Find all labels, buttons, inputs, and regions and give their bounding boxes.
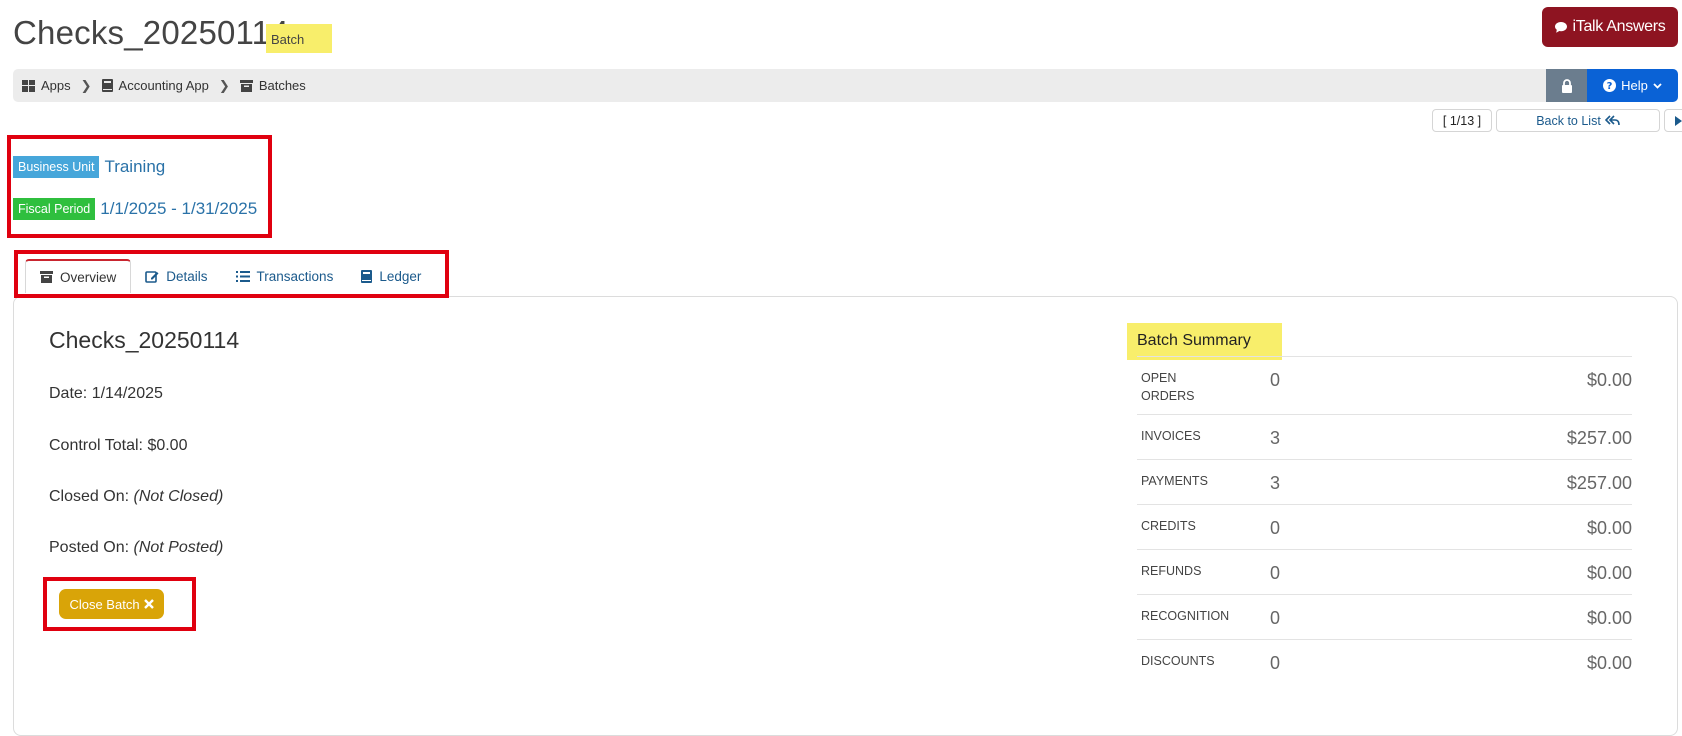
summary-row: REFUNDS 0 $0.00: [1137, 549, 1632, 594]
summary-row-amount: $0.00: [1587, 518, 1632, 539]
batch-summary-title: Batch Summary: [1127, 323, 1282, 360]
tab-overview[interactable]: Overview: [25, 259, 131, 293]
summary-row: DISCOUNTS 0 $0.00: [1137, 639, 1632, 684]
edit-icon: [145, 270, 159, 283]
archive-icon: [40, 271, 53, 283]
date-field: Date: 1/14/2025: [49, 385, 163, 403]
chevron-right-icon: ❯: [219, 78, 230, 94]
fiscal-period-value[interactable]: 1/1/2025 - 1/31/2025: [100, 199, 257, 219]
posted-on-label: Posted On:: [49, 539, 129, 556]
tab-bar: Overview Details Transactions Ledger: [25, 259, 435, 293]
tab-transactions-label: Transactions: [257, 269, 334, 284]
summary-row-label: RECOGNITION: [1141, 607, 1221, 625]
summary-row-count: 3: [1270, 428, 1280, 449]
fiscal-period-label: Fiscal Period: [13, 198, 95, 220]
breadcrumb-batches-label: Batches: [259, 78, 306, 93]
summary-row-count: 0: [1270, 370, 1280, 391]
summary-row-amount: $257.00: [1567, 473, 1632, 494]
summary-row-label: OPEN ORDERS: [1141, 369, 1221, 405]
batch-type-badge: Batch: [266, 24, 332, 53]
breadcrumb-batches[interactable]: Batches: [240, 78, 306, 93]
summary-row: PAYMENTS 3 $257.00: [1137, 459, 1632, 504]
back-to-list-button[interactable]: Back to List: [1496, 109, 1660, 132]
close-batch-button[interactable]: Close Batch: [59, 589, 164, 619]
grid-icon: [22, 80, 35, 92]
close-icon: [144, 599, 154, 609]
summary-row-label: REFUNDS: [1141, 562, 1221, 580]
back-to-list-label: Back to List: [1536, 114, 1601, 128]
batch-name-heading: Checks_20250114: [49, 327, 239, 354]
italk-answers-button[interactable]: iTalk Answers: [1542, 7, 1678, 47]
help-button[interactable]: ? Help: [1587, 69, 1678, 102]
posted-on-value: (Not Posted): [134, 539, 224, 556]
tab-details-label: Details: [166, 269, 207, 284]
help-label: Help: [1621, 78, 1648, 93]
posted-on-field: Posted On: (Not Posted): [49, 539, 223, 557]
control-total-field: Control Total: $0.00: [49, 437, 187, 455]
next-record-button[interactable]: [1664, 109, 1682, 132]
italk-answers-label: iTalk Answers: [1572, 18, 1665, 36]
record-navigation: [ 1/13 ] Back to List: [1432, 109, 1682, 132]
breadcrumb-apps-label: Apps: [41, 78, 71, 93]
close-batch-label: Close Batch: [69, 597, 139, 612]
breadcrumb: Apps ❯ Accounting App ❯ Batches: [22, 69, 306, 102]
list-icon: [236, 271, 250, 282]
breadcrumb-accounting-app-label: Accounting App: [119, 78, 209, 93]
record-position: [ 1/13 ]: [1432, 109, 1492, 132]
book-icon: [361, 270, 372, 283]
control-total-label: Control Total:: [49, 437, 143, 454]
summary-row: RECOGNITION 0 $0.00: [1137, 594, 1632, 639]
tab-details[interactable]: Details: [131, 259, 221, 293]
reply-all-icon: [1605, 115, 1620, 126]
breadcrumb-accounting-app[interactable]: Accounting App: [102, 78, 209, 93]
summary-row-amount: $0.00: [1587, 653, 1632, 674]
closed-on-label: Closed On:: [49, 488, 129, 505]
book-icon: [102, 79, 113, 92]
breadcrumb-apps[interactable]: Apps: [22, 78, 71, 93]
archive-icon: [240, 80, 253, 92]
forward-icon: [1675, 116, 1682, 126]
summary-row: CREDITS 0 $0.00: [1137, 504, 1632, 549]
summary-row-amount: $0.00: [1587, 370, 1632, 391]
annotation-box-info: [7, 135, 272, 238]
business-unit-row: Business Unit Training: [13, 156, 165, 178]
summary-row: OPEN ORDERS 0 $0.00: [1137, 356, 1632, 414]
summary-row-count: 0: [1270, 653, 1280, 674]
summary-row-label: PAYMENTS: [1141, 472, 1221, 490]
control-total-value: $0.00: [147, 437, 187, 454]
summary-row-amount: $0.00: [1587, 608, 1632, 629]
summary-row-count: 0: [1270, 563, 1280, 584]
summary-row-count: 0: [1270, 518, 1280, 539]
closed-on-field: Closed On: (Not Closed): [49, 488, 223, 506]
tab-overview-label: Overview: [60, 270, 116, 285]
business-unit-value[interactable]: Training: [104, 157, 165, 177]
page-title: Checks_20250114: [13, 14, 289, 52]
lock-icon: [1561, 79, 1573, 93]
question-circle-icon: ?: [1603, 79, 1616, 92]
summary-row-count: 0: [1270, 608, 1280, 629]
summary-row-label: INVOICES: [1141, 427, 1221, 445]
date-label: Date:: [49, 385, 87, 402]
fiscal-period-row: Fiscal Period 1/1/2025 - 1/31/2025: [13, 198, 257, 220]
summary-row-amount: $0.00: [1587, 563, 1632, 584]
chevron-right-icon: ❯: [81, 78, 92, 94]
summary-row-label: CREDITS: [1141, 517, 1221, 535]
closed-on-value: (Not Closed): [134, 488, 224, 505]
svg-text:?: ?: [1607, 81, 1613, 92]
summary-row-amount: $257.00: [1567, 428, 1632, 449]
batch-summary-table: OPEN ORDERS 0 $0.00 INVOICES 3 $257.00 P…: [1137, 356, 1632, 684]
lock-button[interactable]: [1546, 69, 1587, 102]
chat-bubble-icon: [1554, 21, 1568, 34]
tab-transactions[interactable]: Transactions: [222, 259, 348, 293]
summary-row: INVOICES 3 $257.00: [1137, 414, 1632, 459]
date-value: 1/14/2025: [92, 385, 163, 402]
business-unit-label: Business Unit: [13, 156, 99, 178]
chevron-down-icon: [1653, 83, 1662, 89]
breadcrumb-bar: Apps ❯ Accounting App ❯ Batches ? Help: [13, 69, 1678, 102]
summary-row-count: 3: [1270, 473, 1280, 494]
summary-row-label: DISCOUNTS: [1141, 652, 1221, 670]
tab-ledger-label: Ledger: [379, 269, 421, 284]
tab-ledger[interactable]: Ledger: [347, 259, 435, 293]
